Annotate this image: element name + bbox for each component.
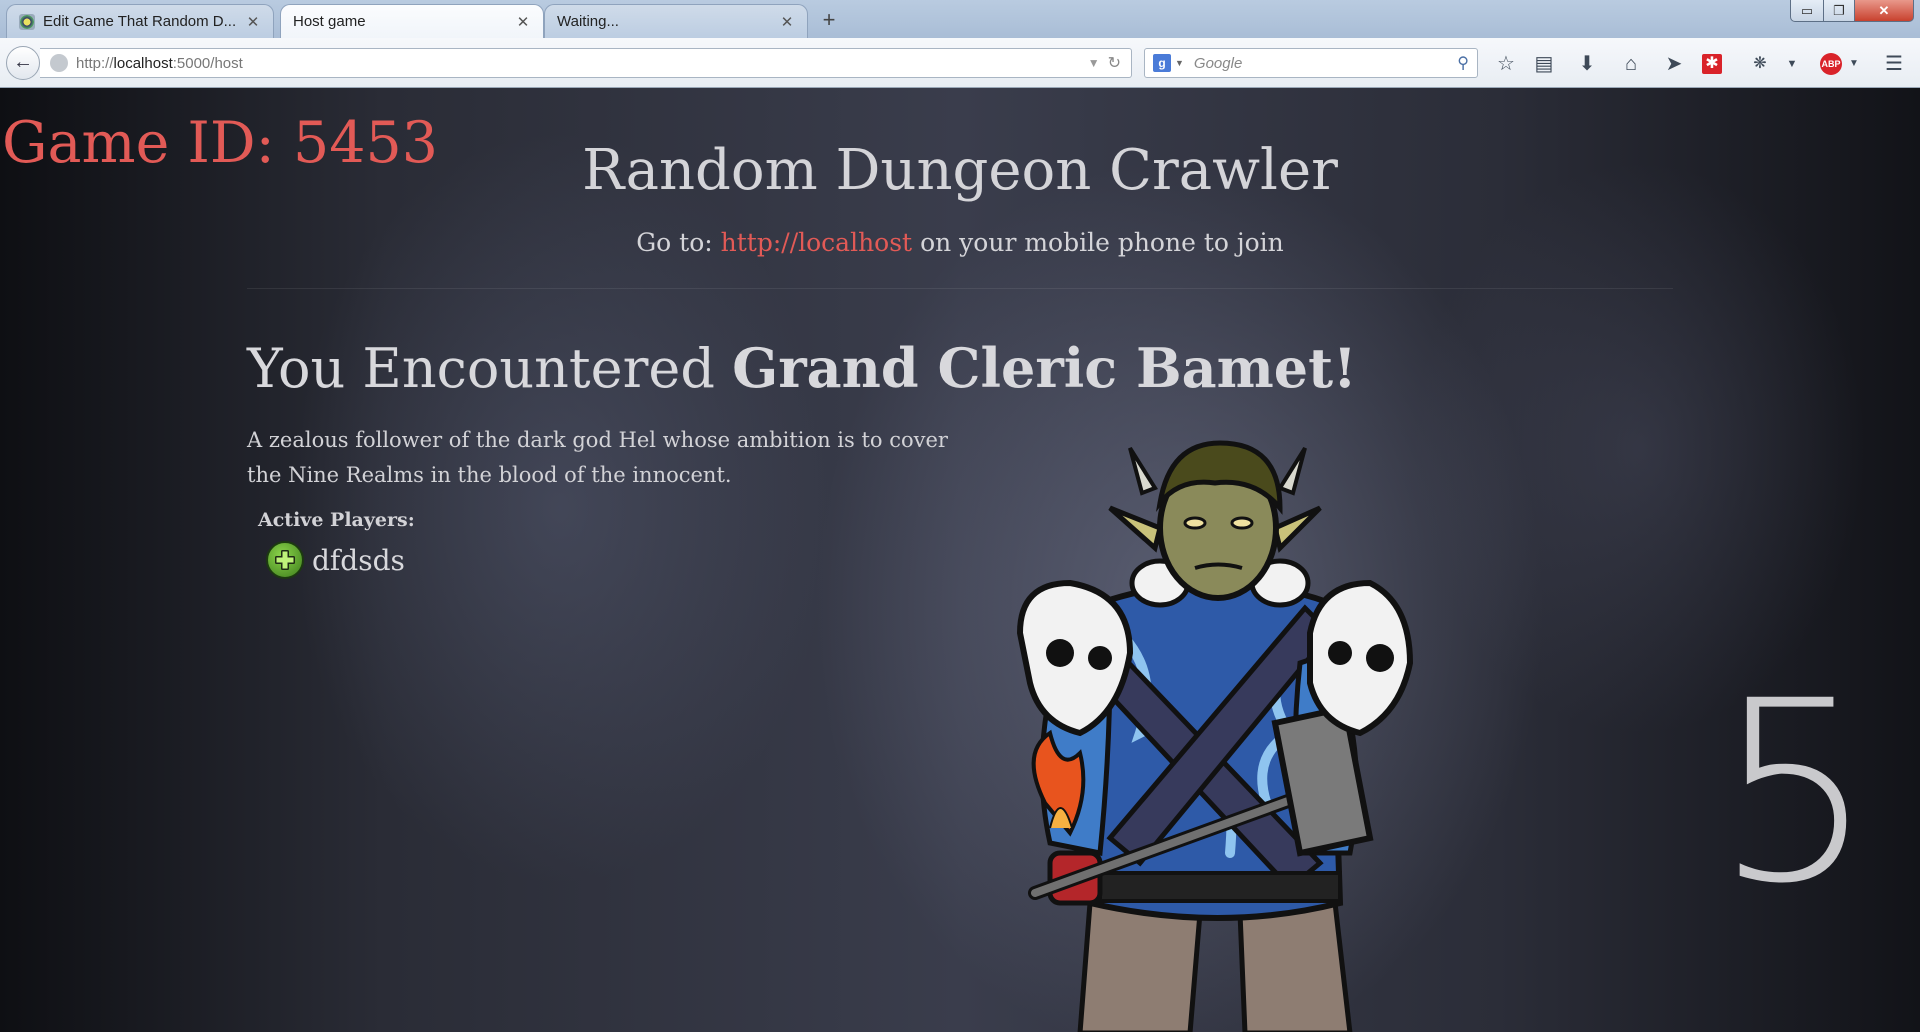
- reload-icon[interactable]: ↻: [1108, 53, 1121, 73]
- search-input[interactable]: Google: [1194, 55, 1457, 72]
- address-bar[interactable]: http://localhost:5000/host ▼ ↻: [40, 48, 1132, 78]
- close-tab-icon[interactable]: ✕: [779, 13, 795, 31]
- navigation-bar: ← http://localhost:5000/host ▼ ↻ g ▼ Goo…: [0, 38, 1920, 88]
- back-arrow-icon: ←: [13, 51, 33, 73]
- addon-icon[interactable]: ✱: [1702, 54, 1722, 74]
- url-host: localhost: [113, 54, 173, 72]
- tab-title: Host game: [293, 13, 366, 30]
- encounter-heading: You Encountered Grand Cleric Bamet!: [247, 336, 1357, 400]
- engine-dropdown-icon[interactable]: ▼: [1175, 58, 1184, 68]
- reading-list-icon[interactable]: ▤: [1532, 52, 1556, 76]
- send-icon[interactable]: ➤: [1662, 52, 1686, 76]
- bug-icon[interactable]: ❋: [1748, 52, 1772, 76]
- divider: [247, 288, 1673, 289]
- minimize-button[interactable]: ▭: [1790, 0, 1824, 22]
- join-link[interactable]: http://localhost: [721, 228, 912, 257]
- player-name: dfdsds: [312, 543, 405, 577]
- tab-title: Edit Game That Random D...: [43, 13, 237, 30]
- encounter-suffix: !: [1333, 336, 1357, 400]
- back-button[interactable]: ←: [6, 46, 40, 80]
- player-health-icon: [266, 541, 304, 579]
- site-favicon-icon: [19, 13, 35, 30]
- tab-waiting[interactable]: Waiting... ✕: [544, 4, 808, 38]
- tab-edit-game[interactable]: Edit Game That Random D... ✕: [6, 4, 274, 38]
- join-instructions: Go to: http://localhost on your mobile p…: [0, 228, 1920, 257]
- page-title: Random Dungeon Crawler: [582, 138, 1338, 203]
- adblock-dropdown-icon[interactable]: ▼: [1842, 52, 1866, 76]
- search-icon[interactable]: ⚲: [1457, 53, 1469, 73]
- url-prefix: http://: [76, 54, 114, 72]
- menu-dropdown-icon[interactable]: ▼: [1780, 52, 1804, 76]
- history-dropdown-icon[interactable]: ▼: [1088, 56, 1100, 70]
- monster-illustration: [1016, 440, 1414, 1032]
- search-engine-icon[interactable]: g: [1153, 54, 1171, 72]
- new-tab-button[interactable]: +: [816, 6, 842, 34]
- hamburger-menu-icon[interactable]: ☰: [1882, 52, 1906, 76]
- tab-host-game[interactable]: Host game ✕: [280, 4, 544, 38]
- close-window-button[interactable]: ✕: [1854, 0, 1914, 22]
- player-list-item: dfdsds: [266, 541, 405, 579]
- search-bar[interactable]: g ▼ Google ⚲: [1144, 48, 1478, 78]
- url-rest: :5000/host: [172, 54, 243, 72]
- url-text[interactable]: http://localhost:5000/host: [76, 55, 1088, 72]
- close-tab-icon[interactable]: ✕: [245, 13, 261, 31]
- game-host-page: Game ID: 5453 Random Dungeon Crawler Go …: [0, 88, 1920, 1032]
- close-tab-icon[interactable]: ✕: [515, 13, 531, 31]
- monster-name: Grand Cleric Bamet: [732, 336, 1334, 400]
- join-prefix: Go to:: [636, 228, 713, 257]
- tab-strip: Edit Game That Random D... ✕ Host game ✕…: [0, 0, 1920, 38]
- site-identity-icon[interactable]: [50, 54, 68, 72]
- active-players-label: Active Players:: [258, 509, 415, 531]
- encounter-prefix: You Encountered: [247, 337, 715, 400]
- home-icon[interactable]: ⌂: [1619, 52, 1643, 76]
- join-suffix: on your mobile phone to join: [920, 228, 1284, 257]
- monster-description: A zealous follower of the dark god Hel w…: [247, 428, 948, 487]
- star-icon[interactable]: ☆: [1494, 52, 1518, 76]
- countdown-timer: 5: [1715, 647, 1875, 938]
- restore-button[interactable]: ❐: [1823, 0, 1855, 22]
- download-icon[interactable]: ⬇: [1575, 52, 1599, 76]
- adblock-icon[interactable]: ABP: [1820, 53, 1842, 75]
- tab-title: Waiting...: [557, 13, 619, 30]
